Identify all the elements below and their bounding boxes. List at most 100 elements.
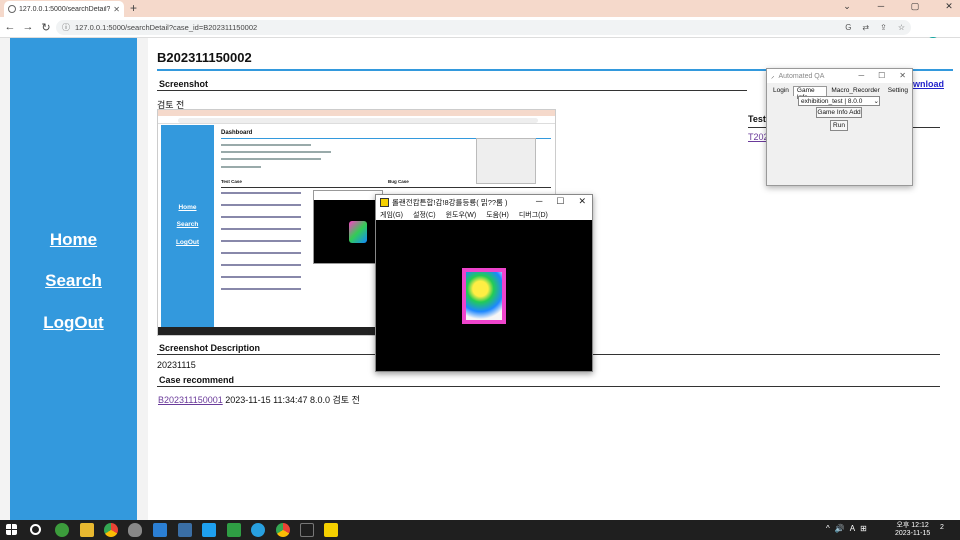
screenshot-heading: Screenshot — [159, 79, 209, 89]
page-title: B202311150002 — [157, 50, 252, 65]
maximize-button[interactable]: ☐ — [878, 71, 885, 80]
menu-game[interactable]: 게임(G) — [380, 210, 403, 220]
tab-game-info[interactable]: Game Info — [792, 86, 828, 101]
menu-help[interactable]: 도움(H) — [486, 210, 509, 220]
chrome-icon[interactable] — [104, 523, 118, 537]
maximize-button[interactable]: ☐ — [556, 196, 564, 207]
thumb-row — [221, 228, 301, 230]
bookmark-star-icon[interactable]: ☆ — [898, 23, 905, 32]
minimize-button[interactable]: ─ — [874, 1, 888, 12]
recommend-case-link[interactable]: B202311150001 — [158, 395, 223, 405]
menu-window[interactable]: 윈도우(W) — [446, 210, 477, 220]
tab-login[interactable]: Login — [769, 86, 793, 96]
start-icon[interactable] — [6, 524, 17, 535]
file-explorer-icon[interactable] — [80, 523, 94, 537]
qa-titlebar[interactable]: ⸝ Automated QA ─ ☐ ✕ — [767, 69, 912, 83]
url-text[interactable]: 127.0.0.1:5000/searchDetail?case_id=B202… — [75, 23, 834, 32]
feather-app-icon[interactable] — [202, 523, 216, 537]
thumb-table-divider — [221, 187, 551, 188]
sheet-icon[interactable] — [227, 523, 241, 537]
input-icon[interactable]: ⊞ — [860, 524, 867, 533]
game-taskbar-icon[interactable] — [324, 523, 338, 537]
shield-icon[interactable] — [128, 523, 142, 537]
sidebar-logout-link[interactable]: LogOut — [10, 313, 137, 333]
thumb-qa-window — [476, 138, 536, 184]
close-button[interactable]: ✕ — [942, 1, 956, 12]
volume-icon[interactable]: 🔊 — [835, 524, 845, 533]
clock[interactable]: 오후 12:12 2023-11-15 — [895, 522, 930, 538]
thumb-row — [221, 288, 301, 290]
thumb-game-window — [313, 190, 383, 264]
clock-date: 2023-11-15 — [895, 530, 931, 537]
minimize-button[interactable]: ─ — [536, 196, 542, 207]
clock-time: 오후 12:12 — [896, 522, 929, 529]
system-tray: ^ 🔊 A ⊞ — [826, 524, 867, 533]
google-icon[interactable]: G — [845, 23, 851, 32]
thumb-row — [221, 252, 301, 254]
tab-setting[interactable]: Setting — [884, 86, 912, 96]
thumb-bug-case-header: Bug Case — [388, 179, 409, 184]
windows-taskbar: ^ 🔊 A ⊞ 오후 12:12 2023-11-15 2 — [0, 520, 960, 540]
tab-title: 127.0.0.1:5000/searchDetail?cas — [19, 5, 111, 13]
game-window: 롤랜전캄튼합!감!8강를등룡( 밁??롬 ) ─ ☐ ✕ 게임(G) 설정(C)… — [375, 194, 593, 372]
site-info-icon[interactable]: ⓘ — [62, 22, 70, 33]
vscode-icon[interactable] — [153, 523, 167, 537]
browser-tab[interactable]: 127.0.0.1:5000/searchDetail?cas ✕ — [4, 1, 124, 17]
collapse-icon[interactable]: ⌄ — [840, 1, 854, 12]
close-tab-icon[interactable]: ✕ — [113, 5, 120, 14]
recommend-divider — [157, 386, 940, 387]
sidebar-home-link[interactable]: Home — [10, 230, 137, 250]
menu-settings[interactable]: 설정(C) — [413, 210, 436, 220]
chevron-down-icon: ⌄ — [873, 98, 879, 105]
back-icon[interactable]: ← — [2, 21, 18, 33]
game-character-sprite[interactable] — [462, 268, 506, 324]
forward-icon[interactable]: → — [20, 21, 36, 33]
share-icon[interactable]: ⇪ — [880, 23, 887, 32]
tab-macro-recorder[interactable]: Macro_Recorder — [827, 86, 883, 96]
chrome-icon[interactable] — [276, 523, 290, 537]
new-tab-button[interactable]: + — [130, 1, 137, 15]
tray-overflow-icon[interactable]: ^ — [826, 524, 830, 533]
translate-icon[interactable]: ⇄ — [862, 23, 869, 32]
network-icon[interactable] — [178, 523, 192, 537]
game-sprite-art — [466, 272, 502, 320]
thumb-sidebar: Home Search LogOut — [161, 125, 214, 328]
description-heading: Screenshot Description — [159, 343, 261, 353]
game-title: 롤랜전캄튼합!감!8강를등룡( 밁??롬 ) — [392, 197, 508, 207]
game-app-icon — [380, 197, 389, 207]
thumb-game-titlebar — [314, 191, 382, 200]
game-select[interactable]: exhibition_test | 8.0.0 ⌄ — [798, 96, 880, 106]
game-titlebar[interactable]: 롤랜전캄튼합!감!8강를등룡( 밁??롬 ) ─ ☐ ✕ — [376, 195, 592, 209]
thumb-search-link: Search — [176, 221, 199, 228]
thumb-dashboard-title: Dashboard — [221, 130, 253, 136]
bird-icon[interactable] — [251, 523, 265, 537]
sidebar: Home Search LogOut — [10, 38, 137, 520]
search-icon[interactable] — [30, 524, 41, 535]
reload-icon[interactable]: ↻ — [38, 21, 54, 34]
url-bar[interactable]: ⓘ 127.0.0.1:5000/searchDetail?case_id=B2… — [56, 20, 911, 35]
close-button[interactable]: ✕ — [578, 196, 586, 207]
recommend-row: B202311150001 2023-11-15 11:34:47 8.0.0 … — [158, 393, 360, 406]
run-button[interactable]: Run — [830, 120, 848, 131]
game-info-add-button[interactable]: Game Info Add — [816, 107, 862, 118]
xbox-icon[interactable] — [55, 523, 69, 537]
sidebar-search-link[interactable]: Search — [10, 271, 137, 291]
thumb-text-line — [221, 144, 311, 146]
ime-icon[interactable]: A — [850, 524, 855, 533]
thumb-game-sprite — [349, 221, 367, 243]
qa-title: Automated QA — [778, 72, 825, 80]
globe-icon — [8, 5, 16, 13]
minimize-button[interactable]: ─ — [858, 71, 864, 80]
description-text: 20231115 — [157, 360, 196, 370]
close-button[interactable]: ✕ — [899, 71, 906, 80]
maximize-button[interactable]: ▢ — [908, 1, 922, 12]
game-select-value: exhibition_test | 8.0.0 — [801, 97, 863, 105]
download-link[interactable]: wnload — [913, 79, 944, 89]
test-heading: Test — [748, 114, 766, 124]
python-idle-icon[interactable] — [300, 523, 314, 537]
notification-icon[interactable]: 2 — [940, 524, 944, 531]
menu-debug[interactable]: 디버그(D) — [519, 210, 548, 220]
feather-icon: ⸝ — [771, 72, 775, 80]
qa-window-controls: ─ ☐ ✕ — [858, 71, 906, 80]
recommend-detail: 2023-11-15 11:34:47 8.0.0 검토 전 — [225, 395, 360, 405]
